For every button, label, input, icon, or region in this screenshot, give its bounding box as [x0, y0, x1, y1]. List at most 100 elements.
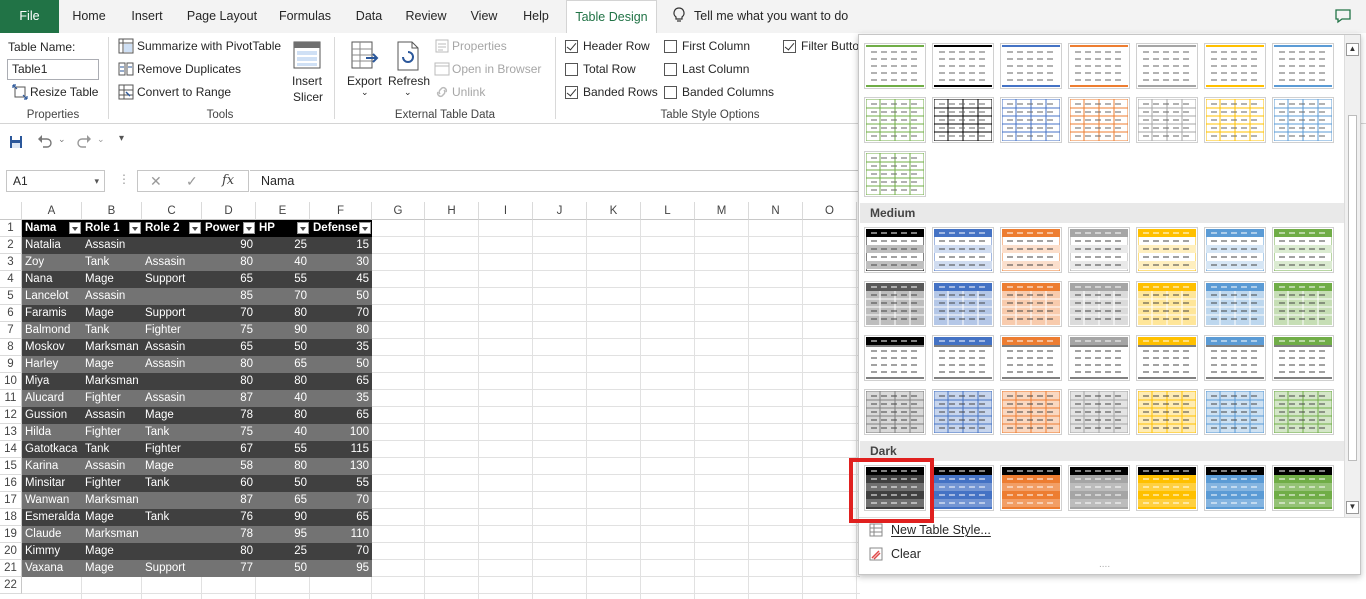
table-cell[interactable]: 70 — [256, 288, 310, 305]
table-cell[interactable] — [142, 373, 202, 390]
tab-view[interactable]: View — [462, 0, 506, 33]
table-cell[interactable]: 85 — [202, 288, 256, 305]
column-header[interactable]: N — [749, 202, 803, 220]
scroll-down-icon[interactable]: ▼ — [1346, 501, 1359, 514]
table-cell[interactable]: Support — [142, 560, 202, 577]
table-cell[interactable]: Assasin — [82, 407, 142, 424]
tab-page-layout[interactable]: Page Layout — [182, 0, 262, 33]
redo-icon[interactable] — [76, 134, 92, 148]
table-cell[interactable]: 130 — [310, 458, 372, 475]
new-table-style-button[interactable]: New Table Style... — [869, 523, 991, 537]
table-style-swatch[interactable] — [932, 465, 994, 511]
table-style-swatch[interactable] — [1068, 281, 1130, 327]
table-cell[interactable]: 80 — [256, 407, 310, 424]
table-cell[interactable]: Assasin — [82, 458, 142, 475]
table-cell[interactable]: 30 — [310, 254, 372, 271]
table-cell[interactable]: Tank — [142, 475, 202, 492]
table-cell[interactable]: 55 — [256, 271, 310, 288]
table-style-swatch[interactable] — [1000, 335, 1062, 381]
table-cell[interactable]: 77 — [202, 560, 256, 577]
column-header[interactable]: J — [533, 202, 587, 220]
table-cell[interactable]: 95 — [310, 560, 372, 577]
row-header[interactable]: 7 — [0, 322, 22, 339]
table-cell[interactable]: 55 — [256, 441, 310, 458]
column-header[interactable]: F — [310, 202, 372, 220]
table-cell[interactable]: 100 — [310, 424, 372, 441]
table-style-swatch[interactable] — [1068, 465, 1130, 511]
table-header-cell[interactable]: Role 2 — [142, 220, 202, 237]
gallery-scrollbar[interactable]: ▲ ▼ — [1344, 35, 1360, 517]
column-header[interactable]: H — [425, 202, 479, 220]
table-cell[interactable]: 90 — [256, 322, 310, 339]
scroll-thumb[interactable] — [1348, 115, 1357, 461]
table-cell[interactable]: 25 — [256, 543, 310, 560]
scroll-up-icon[interactable]: ▲ — [1346, 43, 1359, 56]
table-cell[interactable]: Support — [142, 271, 202, 288]
table-style-swatch[interactable] — [932, 227, 994, 273]
table-cell[interactable]: Mage — [82, 543, 142, 560]
table-cell[interactable]: Mage — [142, 407, 202, 424]
table-cell[interactable]: Lancelot — [22, 288, 82, 305]
row-header[interactable]: 18 — [0, 509, 22, 526]
table-cell[interactable]: Harley — [22, 356, 82, 373]
last-column-check[interactable] — [664, 63, 677, 76]
table-style-swatch[interactable] — [932, 389, 994, 435]
table-cell[interactable]: 67 — [202, 441, 256, 458]
table-cell[interactable]: 87 — [202, 390, 256, 407]
table-cell[interactable] — [142, 288, 202, 305]
table-style-swatch[interactable] — [1204, 465, 1266, 511]
filter-dropdown-icon[interactable] — [129, 222, 141, 234]
column-header[interactable]: M — [695, 202, 749, 220]
column-header[interactable]: D — [202, 202, 256, 220]
first-column-check[interactable] — [664, 40, 677, 53]
table-cell[interactable] — [142, 526, 202, 543]
table-cell[interactable]: Tank — [142, 509, 202, 526]
select-all-corner[interactable] — [0, 202, 22, 220]
table-cell[interactable]: 80 — [202, 356, 256, 373]
save-icon[interactable] — [9, 135, 23, 149]
table-cell[interactable]: 35 — [310, 339, 372, 356]
table-style-swatch[interactable] — [1068, 97, 1130, 143]
table-name-input[interactable]: Table1 — [7, 59, 99, 80]
table-cell[interactable]: Miya — [22, 373, 82, 390]
row-header[interactable]: 1 — [0, 220, 22, 237]
table-cell[interactable]: 55 — [310, 475, 372, 492]
table-cell[interactable]: Fighter — [142, 322, 202, 339]
table-cell[interactable]: Assasin — [82, 288, 142, 305]
column-header[interactable]: G — [372, 202, 425, 220]
table-cell[interactable]: 78 — [202, 526, 256, 543]
tab-insert[interactable]: Insert — [122, 0, 172, 33]
table-cell[interactable]: Assasin — [142, 339, 202, 356]
worksheet-grid[interactable]: A B C D E F G H I J K L M N O 1 2 3 4 5 6 7 8 9 10 11 12 13 14 15 16 17… — [0, 202, 860, 599]
table-cell[interactable]: 50 — [256, 560, 310, 577]
tab-data[interactable]: Data — [348, 0, 390, 33]
comments-icon[interactable] — [1334, 8, 1352, 24]
table-cell[interactable]: 90 — [256, 509, 310, 526]
table-style-swatch[interactable] — [1204, 335, 1266, 381]
table-style-swatch[interactable] — [1068, 43, 1130, 89]
column-header[interactable]: E — [256, 202, 310, 220]
customize-qat-icon[interactable]: ▾ — [119, 133, 124, 144]
table-style-swatch[interactable] — [1204, 97, 1266, 143]
row-header[interactable]: 10 — [0, 373, 22, 390]
clear-style-button[interactable]: Clear — [869, 547, 921, 561]
table-cell[interactable]: Claude — [22, 526, 82, 543]
table-cell[interactable]: Gatotkaca — [22, 441, 82, 458]
table-style-swatch[interactable] — [1272, 465, 1334, 511]
table-cell[interactable]: Kimmy — [22, 543, 82, 560]
table-style-swatch[interactable] — [1272, 227, 1334, 273]
table-cell[interactable]: Hilda — [22, 424, 82, 441]
row-header[interactable]: 2 — [0, 237, 22, 254]
column-header[interactable]: K — [587, 202, 641, 220]
table-header-cell[interactable]: Role 1 — [82, 220, 142, 237]
table-style-swatch[interactable] — [1136, 43, 1198, 89]
table-style-swatch[interactable] — [1068, 389, 1130, 435]
table-cell[interactable]: Esmeralda — [22, 509, 82, 526]
row-header[interactable]: 16 — [0, 475, 22, 492]
table-cell[interactable] — [142, 492, 202, 509]
row-header[interactable]: 5 — [0, 288, 22, 305]
table-cell[interactable]: Minsitar — [22, 475, 82, 492]
row-header[interactable]: 6 — [0, 305, 22, 322]
tab-review[interactable]: Review — [400, 0, 452, 33]
table-style-swatch[interactable] — [1204, 389, 1266, 435]
